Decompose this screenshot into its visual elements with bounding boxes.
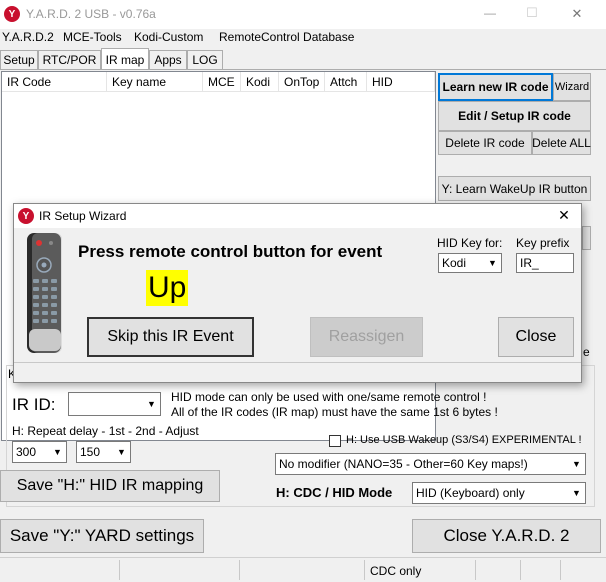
remote-control-image bbox=[24, 231, 66, 357]
tab-apps[interactable]: Apps bbox=[149, 50, 187, 69]
hid-info-line1: HID mode can only be used with one/same … bbox=[171, 390, 487, 404]
menu-kodi-custom[interactable]: Kodi-Custom bbox=[134, 30, 203, 44]
menu-bar: Y.A.R.D.2 MCE-Tools Kodi-Custom RemoteCo… bbox=[0, 29, 606, 48]
chevron-down-icon: ▼ bbox=[117, 447, 126, 457]
learn-wakeup-button[interactable]: Y: Learn WakeUp IR button bbox=[438, 176, 591, 201]
delete-all-button[interactable]: Delete ALL bbox=[532, 131, 591, 155]
col-kodi[interactable]: Kodi bbox=[241, 72, 279, 92]
usb-wakeup-label: H: Use USB Wakeup (S3/S4) EXPERIMENTAL ! bbox=[346, 434, 582, 446]
window-title: Y.A.R.D. 2 USB - v0.76a bbox=[26, 7, 156, 21]
hid-key-for-combo[interactable]: Kodi ▼ bbox=[438, 253, 502, 273]
ir-setup-wizard-dialog: Y IR Setup Wizard ✕ Press remote control… bbox=[13, 203, 582, 383]
status-cell-2 bbox=[120, 560, 240, 580]
maximize-icon[interactable]: ☐ bbox=[520, 5, 544, 21]
dialog-bottom-separator bbox=[14, 362, 581, 363]
partial-label-right: e bbox=[583, 345, 590, 359]
cdc-hid-value: HID (Keyboard) only bbox=[416, 486, 525, 500]
col-hid[interactable]: HID bbox=[367, 72, 435, 92]
close-yard-button[interactable]: Close Y.A.R.D. 2 bbox=[412, 519, 601, 553]
repeat-first-value: 300 bbox=[16, 445, 37, 459]
dialog-close-button[interactable]: Close bbox=[498, 317, 574, 357]
status-cdc: CDC only bbox=[370, 564, 422, 578]
event-name: Up bbox=[146, 270, 189, 306]
minimize-icon[interactable]: — bbox=[478, 6, 502, 20]
repeat-second-value: 150 bbox=[80, 445, 101, 459]
col-key-name[interactable]: Key name bbox=[107, 72, 203, 92]
status-cell-3 bbox=[240, 560, 365, 580]
reassign-button[interactable]: Reassigen bbox=[310, 317, 423, 357]
dialog-app-icon: Y bbox=[18, 208, 34, 224]
status-bar: CDC only bbox=[0, 557, 606, 582]
tab-rtc-por[interactable]: RTC/POR bbox=[38, 50, 101, 69]
key-prefix-label: Key prefix bbox=[516, 236, 570, 250]
chevron-down-icon: ▼ bbox=[147, 399, 156, 409]
chevron-down-icon: ▼ bbox=[572, 488, 581, 498]
dialog-prompt: Press remote control button for event bbox=[78, 242, 383, 261]
title-bar: Y Y.A.R.D. 2 USB - v0.76a — ☐ ✕ bbox=[0, 0, 606, 29]
col-mce[interactable]: MCE bbox=[203, 72, 241, 92]
tab-panel-border bbox=[0, 69, 606, 70]
close-icon[interactable]: ✕ bbox=[565, 6, 589, 22]
dialog-title: IR Setup Wizard bbox=[39, 209, 127, 223]
usb-wakeup-checkbox[interactable] bbox=[329, 435, 341, 447]
chevron-down-icon: ▼ bbox=[53, 447, 62, 457]
status-cell-1 bbox=[0, 560, 120, 580]
cdc-hid-label: H: CDC / HID Mode bbox=[276, 485, 393, 500]
save-hid-mapping-button[interactable]: Save "H:" HID IR mapping bbox=[0, 470, 220, 502]
learn-new-ir-button[interactable]: Learn new IR code bbox=[438, 73, 553, 101]
tab-ir-map[interactable]: IR map bbox=[101, 48, 149, 70]
tab-setup[interactable]: Setup bbox=[0, 50, 38, 69]
cdc-hid-combo[interactable]: HID (Keyboard) only ▼ bbox=[412, 482, 586, 504]
modifier-combo[interactable]: No modifier (NANO=35 - Other=60 Key maps… bbox=[275, 453, 586, 475]
chevron-down-icon: ▼ bbox=[488, 258, 497, 268]
menu-yard2[interactable]: Y.A.R.D.2 bbox=[2, 30, 54, 44]
dialog-title-bar: Y IR Setup Wizard ✕ bbox=[14, 204, 581, 228]
chevron-down-icon: ▼ bbox=[572, 459, 581, 469]
wizard-button[interactable]: Wizard bbox=[553, 73, 591, 101]
col-attch[interactable]: Attch bbox=[325, 72, 367, 92]
col-ontop[interactable]: OnTop bbox=[279, 72, 325, 92]
skip-ir-event-button[interactable]: Skip this IR Event bbox=[87, 317, 254, 357]
hid-key-for-label: HID Key for: bbox=[437, 236, 503, 250]
menu-remote-db[interactable]: RemoteControl Database bbox=[219, 30, 354, 44]
save-yard-settings-button[interactable]: Save "Y:" YARD settings bbox=[0, 519, 204, 553]
col-ir-code[interactable]: IR Code bbox=[2, 72, 107, 92]
edit-setup-ir-button[interactable]: Edit / Setup IR code bbox=[438, 101, 591, 131]
hid-info-line2: All of the IR codes (IR map) must have t… bbox=[171, 405, 498, 419]
repeat-first-combo[interactable]: 300 ▼ bbox=[12, 441, 67, 463]
status-cell-5 bbox=[520, 560, 521, 580]
delete-ir-code-button[interactable]: Delete IR code bbox=[438, 131, 532, 155]
remote-control-icon bbox=[27, 233, 62, 353]
repeat-second-combo[interactable]: 150 ▼ bbox=[76, 441, 131, 463]
hid-key-for-value: Kodi bbox=[442, 256, 467, 270]
modifier-value: No modifier (NANO=35 - Other=60 Key maps… bbox=[279, 457, 528, 471]
ir-id-combo[interactable]: ▼ bbox=[68, 392, 161, 416]
key-prefix-input[interactable]: IR_ bbox=[516, 253, 574, 273]
app-icon: Y bbox=[4, 6, 20, 22]
menu-mce-tools[interactable]: MCE-Tools bbox=[63, 30, 122, 44]
status-cell-6 bbox=[560, 560, 561, 580]
close-icon[interactable]: ✕ bbox=[554, 207, 574, 224]
tab-log[interactable]: LOG bbox=[187, 50, 223, 69]
ir-id-label: IR ID: bbox=[12, 395, 56, 414]
repeat-delay-label: H: Repeat delay - 1st - 2nd - Adjust bbox=[12, 424, 199, 438]
right-panel-hidden-button[interactable] bbox=[582, 226, 591, 250]
status-cell-4 bbox=[475, 560, 476, 580]
